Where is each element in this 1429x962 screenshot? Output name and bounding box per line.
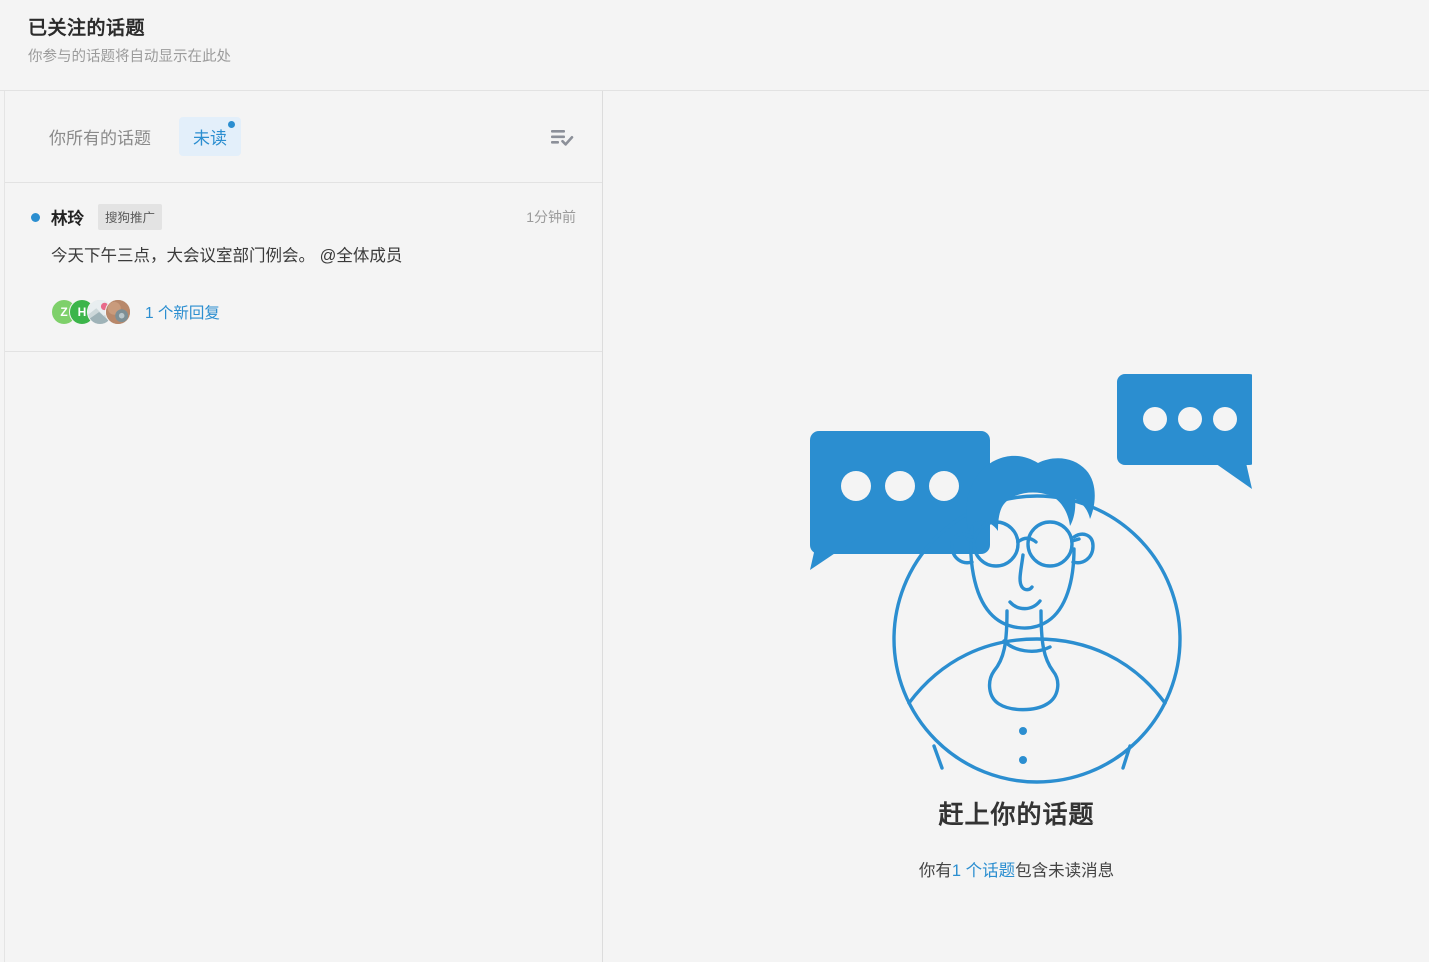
tab-unread-badge-dot	[228, 121, 235, 128]
topic-timestamp: 1分钟前	[526, 207, 576, 227]
empty-state-title: 赶上你的话题	[938, 795, 1094, 831]
unread-indicator-dot	[31, 213, 40, 222]
page-title: 已关注的话题	[28, 14, 1429, 44]
tab-unread[interactable]: 未读	[179, 117, 241, 156]
topic-preview-text: 今天下午三点，大会议室部门例会。 @全体成员	[51, 243, 576, 269]
chat-bubble-left-icon	[810, 431, 990, 570]
topic-header: 林玲 搜狗推广 1分钟前	[31, 205, 576, 229]
topic-list-pane: 你所有的话题 未读 林玲	[4, 91, 603, 962]
topic-author: 林玲	[51, 205, 84, 229]
chat-bubble-right-icon	[1117, 374, 1252, 489]
topic-detail-pane: 赶上你的话题 你有1 个话题包含未读消息	[604, 91, 1429, 962]
avatar[interactable]	[105, 299, 131, 325]
person-avatar-illustration	[894, 496, 1180, 782]
topic-source-tag: 搜狗推广	[98, 204, 162, 230]
topic-footer: Z H	[51, 299, 576, 325]
person-with-chat-bubbles-illustration	[782, 359, 1252, 789]
body-split: 你所有的话题 未读 林玲	[0, 91, 1429, 962]
avatar-photo-icon	[106, 299, 130, 325]
avatar-initial: Z	[60, 305, 67, 319]
empty-state-sub-suffix: 包含未读消息	[1015, 862, 1114, 880]
avatar-initial: H	[78, 305, 87, 319]
followed-topics-page: 已关注的话题 你参与的话题将自动显示在此处 你所有的话题 未读	[0, 0, 1429, 962]
participant-avatar-stack: Z H	[51, 299, 131, 325]
page-header: 已关注的话题 你参与的话题将自动显示在此处	[0, 0, 1429, 91]
topic-list-item[interactable]: 林玲 搜狗推广 1分钟前 今天下午三点，大会议室部门例会。 @全体成员 Z H	[5, 183, 602, 352]
tab-unread-label: 未读	[193, 129, 227, 148]
empty-state-subtitle: 你有1 个话题包含未读消息	[919, 857, 1114, 881]
empty-state-sub-highlight[interactable]: 1 个话题	[952, 862, 1015, 880]
empty-state: 赶上你的话题 你有1 个话题包含未读消息	[604, 91, 1429, 962]
mark-all-read-icon[interactable]	[550, 126, 576, 148]
topic-list-toolbar: 你所有的话题 未读	[5, 91, 602, 183]
hair-shape	[966, 456, 1094, 531]
new-replies-link[interactable]: 1 个新回复	[145, 301, 220, 323]
page-subtitle: 你参与的话题将自动显示在此处	[28, 46, 1429, 68]
empty-state-sub-prefix: 你有	[919, 862, 952, 880]
tab-all-topics[interactable]: 你所有的话题	[39, 118, 161, 155]
